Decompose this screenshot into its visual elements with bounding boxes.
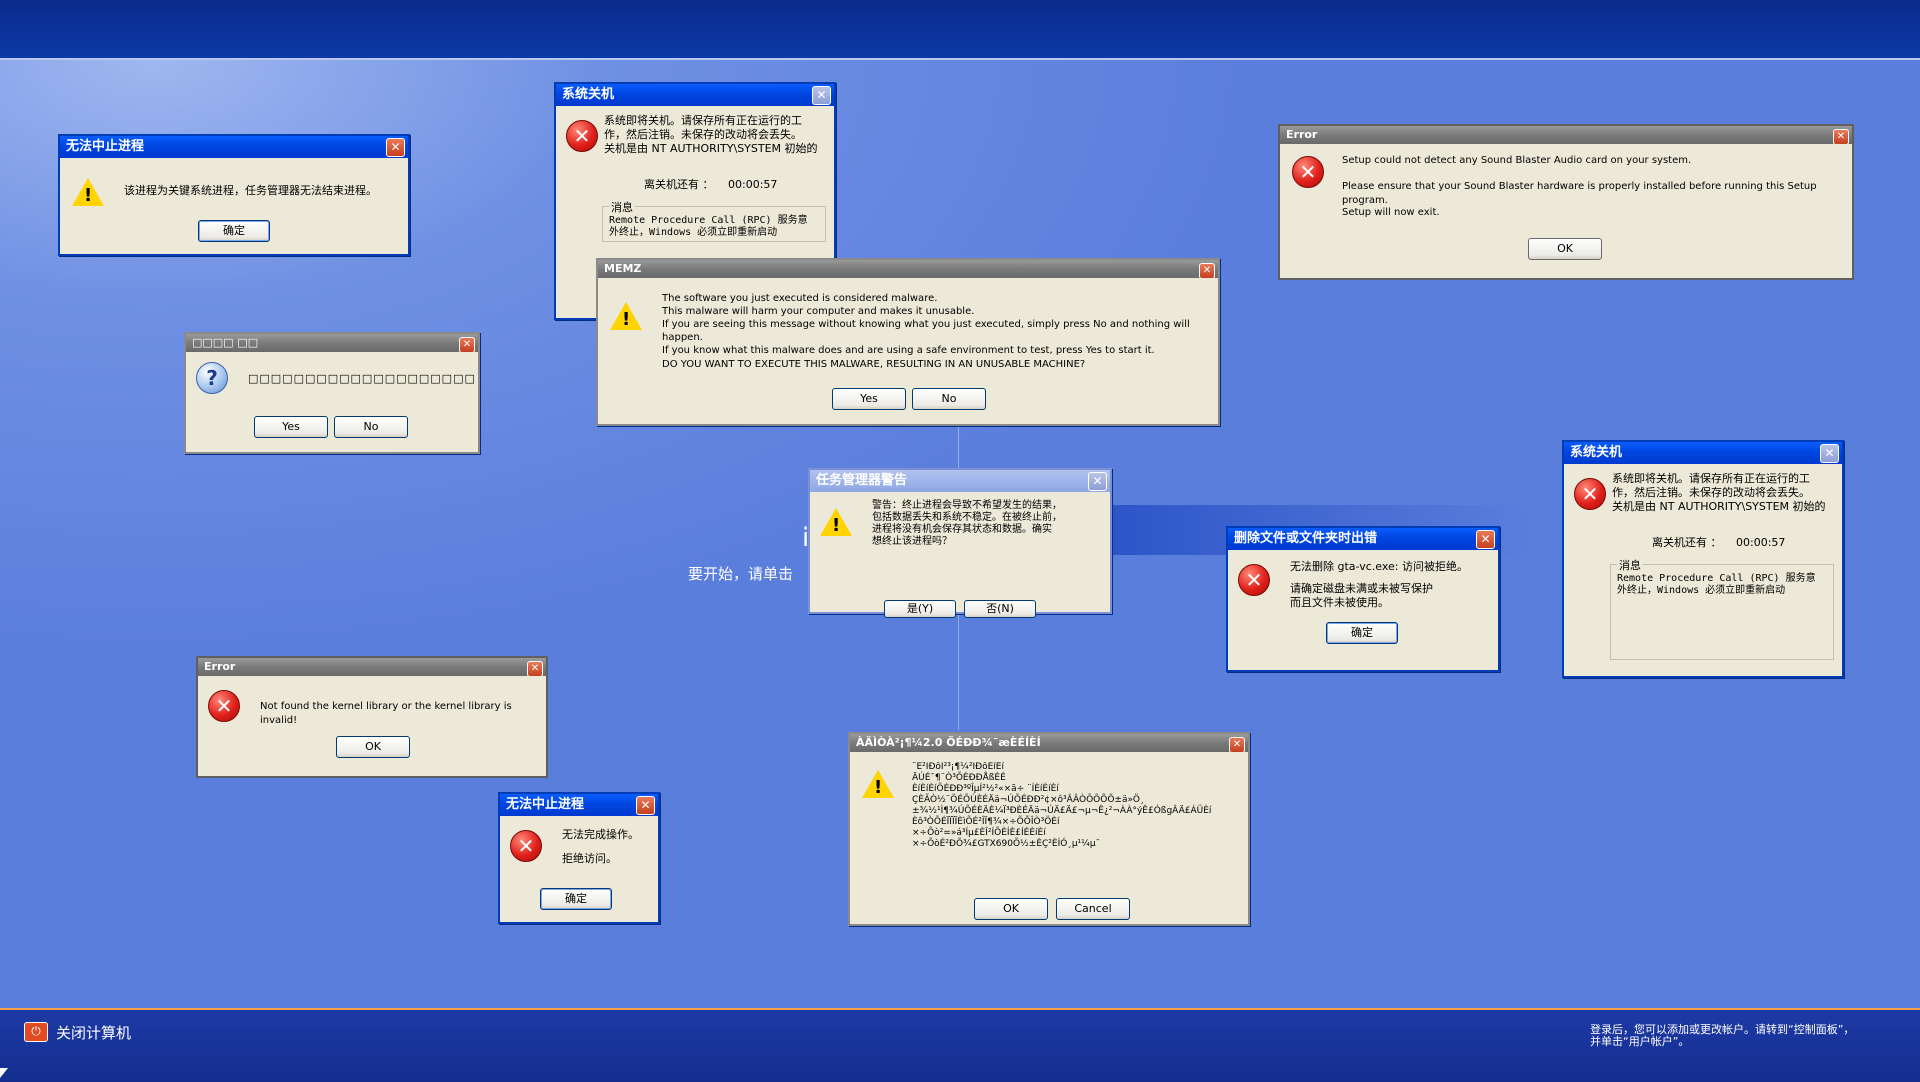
dialog-title: 任务管理器警告 (816, 473, 908, 488)
close-icon[interactable]: ✕ (1833, 129, 1849, 144)
ok-button[interactable]: 确定 (1326, 622, 1398, 644)
dialog-detail: 请确定磁盘未满或未被写保护 而且文件未被使用。 (1290, 582, 1433, 609)
dialog-message: Not found the kernel library or the kern… (260, 701, 512, 726)
close-icon[interactable]: ✕ (1199, 263, 1215, 278)
dialog-message: 该进程为关键系统进程，任务管理器无法结束进程。 (124, 184, 377, 197)
question-dialog[interactable]: □□□□ □□ ✕ ? □□□□□□□□□□□□□□□□□□□□ Yes No (184, 332, 480, 454)
group-label: 消息 (609, 199, 635, 215)
dialog-line-1: 无法完成操作。 (562, 828, 639, 841)
warning-icon (72, 178, 104, 206)
no-button[interactable]: 否(N) (964, 600, 1036, 618)
close-icon[interactable]: ✕ (812, 86, 831, 105)
title-bar[interactable]: 删除文件或文件夹时出错 ✕ (1228, 528, 1498, 550)
dialog-message: 系统即将关机。请保存所有正在运行的工 作，然后注销。未保存的改动将会丢失。 关机… (604, 114, 818, 155)
warning-icon (610, 302, 642, 330)
shutdown-dialog-2[interactable]: 系统关机 ✕ ✕ 系统即将关机。请保存所有正在运行的工 作，然后注销。未保存的改动… (1562, 440, 1844, 678)
ok-button[interactable]: OK (974, 898, 1048, 920)
title-bar[interactable]: 系统关机 ✕ (556, 84, 834, 106)
group-text: Remote Procedure Call (RPC) 服务意 外终止，Wind… (609, 215, 808, 238)
yes-button[interactable]: 是(Y) (884, 600, 956, 618)
ok-button[interactable]: 确定 (198, 220, 270, 242)
dialog-line-2: 拒绝访问。 (562, 852, 617, 865)
countdown-label: 离关机还有 ： (1652, 536, 1722, 549)
task-manager-warning-dialog[interactable]: 任务管理器警告 ✕ 警告：终止进程会导致不希望发生的结果， 包括数据丢失和系统不稳… (808, 468, 1112, 618)
dialog-title: 无法中止进程 (506, 797, 585, 812)
close-icon[interactable]: ✕ (1088, 472, 1107, 491)
dialog-question: DO YOU WANT TO EXECUTE THIS MALWARE, RES… (662, 359, 1086, 370)
dialog-title: 删除文件或文件夹时出错 (1234, 531, 1378, 546)
ok-button[interactable]: 确定 (540, 888, 612, 910)
power-icon[interactable]: ⏻ (24, 1022, 48, 1042)
warning-icon (862, 770, 894, 798)
garbled-warning-dialog[interactable]: ÀÄÌÒÀ²¡¶¼2.0 ÕÉÐÐ¾¯æÈÉÍÈÍ ✕ ¨É²ÍÐôÎ²³¡¶¼²… (848, 732, 1250, 926)
mouse-cursor (0, 1068, 8, 1078)
warning-icon (820, 508, 852, 536)
access-denied-dialog[interactable]: 无法中止进程 ✕ ✕ 无法完成操作。 拒绝访问。 确定 (498, 792, 660, 924)
dialog-title: 无法中止进程 (66, 139, 145, 154)
title-bar[interactable]: 无法中止进程 ✕ (500, 794, 658, 816)
cannot-terminate-dialog[interactable]: 无法中止进程 ✕ 该进程为关键系统进程，任务管理器无法结束进程。 确定 (58, 134, 410, 256)
title-bar[interactable]: Error ✕ (1280, 126, 1852, 144)
yes-button[interactable]: Yes (832, 388, 906, 410)
kernel-error-dialog[interactable]: Error ✕ ✕ Not found the kernel library or… (196, 656, 548, 778)
close-icon[interactable]: ✕ (1820, 444, 1839, 463)
close-icon[interactable]: ✕ (459, 337, 475, 352)
title-bar[interactable]: Error ✕ (198, 658, 546, 676)
error-icon: ✕ (1238, 564, 1270, 596)
message-group: 消息 Remote Procedure Call (RPC) 服务意 外终止，W… (1610, 557, 1834, 660)
group-label: 消息 (1617, 557, 1643, 573)
dialog-title: MEMZ (604, 262, 642, 275)
dialog-message: 无法删除 gta-vc.exe: 访问被拒绝。 (1290, 560, 1468, 573)
close-icon[interactable]: ✕ (386, 138, 405, 157)
turn-off-computer-link[interactable]: 关闭计算机 (56, 1022, 131, 1043)
error-icon: ✕ (510, 830, 542, 862)
close-icon[interactable]: ✕ (1229, 737, 1245, 752)
dialog-title: Error (204, 660, 236, 673)
error-icon: ✕ (208, 690, 240, 722)
error-line-1: Setup could not detect any Sound Blaster… (1342, 155, 1692, 166)
dialog-message: 系统即将关机。请保存所有正在运行的工 作，然后注销。未保存的改动将会丢失。 关机… (1612, 472, 1826, 513)
title-bar[interactable]: 无法中止进程 ✕ (60, 136, 408, 158)
dialog-title: 系统关机 (562, 87, 615, 102)
yes-button[interactable]: Yes (254, 416, 328, 438)
message-group: 消息 Remote Procedure Call (RPC) 服务意 外终止，W… (602, 199, 826, 242)
delete-error-dialog[interactable]: 删除文件或文件夹时出错 ✕ ✕ 无法删除 gta-vc.exe: 访问被拒绝。 请… (1226, 526, 1500, 672)
no-button[interactable]: No (912, 388, 986, 410)
title-bar[interactable]: MEMZ ✕ (598, 260, 1218, 278)
error-icon: ✕ (1292, 156, 1324, 188)
countdown-value: 00:00:57 (728, 178, 778, 191)
dialog-message: ¨É²ÍÐôÎ²³¡¶¼²ÍÐôÉíÈí ÄÚÉ¯¶¨Ò³ÕÉÐÐÅßÈÉ Èí… (912, 762, 1212, 849)
dialog-title: 系统关机 (1570, 445, 1623, 460)
top-banner (0, 0, 1920, 60)
dialog-title: □□□□ □□ (192, 336, 259, 349)
no-button[interactable]: No (334, 416, 408, 438)
close-icon[interactable]: ✕ (636, 796, 655, 815)
error-line-3: Setup will now exit. (1342, 207, 1440, 218)
title-bar[interactable]: 任务管理器警告 ✕ (810, 470, 1110, 492)
soundblaster-error-dialog[interactable]: Error ✕ ✕ Setup could not detect any Soun… (1278, 124, 1854, 280)
dialog-message: 警告：终止进程会导致不希望发生的结果， 包括数据丢失和系统不稳定。在被终止前， … (872, 500, 1062, 547)
dialog-title: ÀÄÌÒÀ²¡¶¼2.0 ÕÉÐÐ¾¯æÈÉÍÈÍ (856, 736, 1041, 749)
dialog-title: Error (1286, 128, 1318, 141)
dialog-message: The software you just executed is consid… (662, 293, 1190, 356)
start-instruction: 要开始，请单击 (688, 565, 794, 583)
question-icon: ? (196, 362, 228, 394)
memz-dialog[interactable]: MEMZ ✕ The software you just executed is … (596, 258, 1220, 426)
title-bar[interactable]: ÀÄÌÒÀ²¡¶¼2.0 ÕÉÐÐ¾¯æÈÉÍÈÍ ✕ (850, 734, 1248, 752)
dialog-message: □□□□□□□□□□□□□□□□□□□□ (248, 372, 476, 385)
ok-button[interactable]: OK (336, 736, 410, 758)
countdown-value: 00:00:57 (1736, 536, 1786, 549)
account-hint: 登录后，您可以添加或更改帐户。请转到“控制面板”， 并单击“用户帐户”。 (1590, 1023, 1855, 1048)
close-icon[interactable]: ✕ (527, 661, 543, 676)
countdown-label: 离关机还有 ： (644, 178, 714, 191)
title-bar[interactable]: □□□□ □□ ✕ (186, 334, 478, 352)
error-icon: ✕ (566, 120, 598, 152)
error-icon: ✕ (1574, 478, 1606, 510)
cancel-button[interactable]: Cancel (1056, 898, 1130, 920)
close-icon[interactable]: ✕ (1476, 530, 1495, 549)
group-text: Remote Procedure Call (RPC) 服务意 外终止，Wind… (1617, 573, 1816, 596)
error-line-2: Please ensure that your Sound Blaster ha… (1342, 181, 1817, 206)
ok-button[interactable]: OK (1528, 238, 1602, 260)
title-bar[interactable]: 系统关机 ✕ (1564, 442, 1842, 464)
